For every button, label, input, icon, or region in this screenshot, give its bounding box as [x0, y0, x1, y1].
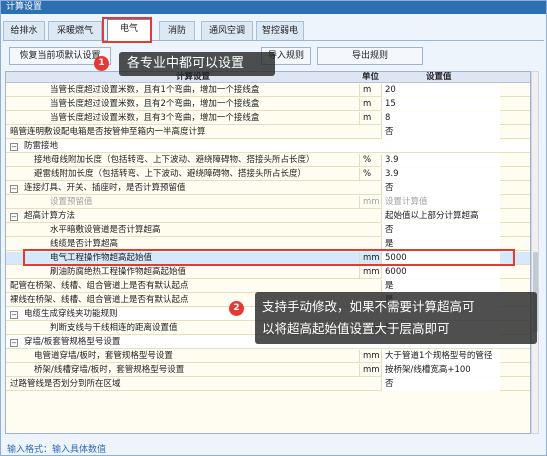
row-value[interactable]: 否	[381, 126, 500, 139]
tab-heating-gas[interactable]: 采暖燃气	[48, 21, 102, 40]
settings-window: 计算设置 给排水 采暖燃气 电气 消防 通风空调 智控弱电 恢复当前项默认设置 …	[0, 0, 547, 456]
tab-electrical[interactable]: 电气	[107, 19, 151, 41]
row-name: 电管道穿墙/板时，套管规格型号设置	[34, 351, 173, 361]
row-name: 防雷接地	[24, 141, 59, 151]
input-format-hint: 输入格式：输入具体数值	[7, 445, 107, 455]
table-row[interactable]: 当管长度超过设置米数，且有3个弯曲，增加一个接线盒 m 8	[6, 112, 530, 125]
row-value[interactable]: 起始值以上部分计算超高	[381, 210, 500, 223]
row-name: 接地母线附加长度（包括转弯、上下波动、避绕障碍物、搭接头所占长度）	[34, 155, 315, 165]
window-title: 计算设置	[1, 1, 546, 14]
row-name: 过路管线是否划分到所在区域	[10, 379, 121, 389]
row-value[interactable]: 15	[381, 98, 500, 111]
row-unit: mm	[359, 266, 381, 279]
row-value[interactable]: 按桥架/线槽宽高+100	[381, 364, 500, 377]
table-row-disabled: 设置预留值 mm 设置计算值	[6, 196, 530, 209]
table-row[interactable]: 电管道穿墙/板时，套管规格型号设置 mm 大于管道1个规格型号的管径	[6, 350, 530, 363]
callout-2-badge: 2	[229, 301, 244, 316]
tab-hvac[interactable]: 通风空调	[201, 21, 253, 40]
row-name: 线缆是否计算超高	[50, 239, 119, 249]
table-row[interactable]: 暗管连明敷设配电箱是否按管伸至箱内一半高度计算 否	[6, 126, 530, 139]
row-value[interactable]: 6000	[381, 266, 500, 279]
row-value-input[interactable]: 5000	[381, 252, 500, 265]
callout-1-text: 各专业中都可以设置	[127, 56, 245, 71]
row-value[interactable]: 是	[381, 238, 500, 251]
row-value[interactable]: 3.9	[381, 168, 500, 181]
collapse-icon[interactable]: −	[10, 143, 18, 151]
callout-2: 支持手动修改，如果不需要计算超高可 以将超高起始值设置大于层高即可	[255, 292, 537, 344]
row-unit: m	[359, 98, 381, 111]
callout-2-line2: 以将超高起始值设置大于层高即可	[262, 321, 450, 336]
row-name: 水平暗敷设管道是否计算超高	[50, 225, 161, 235]
row-name: 电气工程操作物超高起始值	[50, 253, 153, 263]
table-row[interactable]: 水平暗敷设管道是否计算超高 否	[6, 224, 530, 237]
row-name: 刷油防腐绝热工程操作物超高起始值	[50, 267, 187, 277]
row-name: 当管长度超过设置米数，且有2个弯曲，增加一个接线盒	[50, 99, 260, 109]
row-value[interactable]: 8	[381, 112, 500, 125]
table-row[interactable]: 当管长度超过设置米数，且有2个弯曲，增加一个接线盒 m 15	[6, 98, 530, 111]
table-row-category[interactable]: − 防雷接地	[6, 140, 530, 153]
table-row[interactable]: − 超高计算方法 起始值以上部分计算超高	[6, 210, 530, 223]
row-unit: mm	[359, 350, 381, 363]
row-unit: m	[359, 112, 381, 125]
collapse-icon[interactable]: −	[10, 339, 18, 347]
row-name: 连接灯具、开关、插座时，是否计算预留值	[24, 183, 186, 193]
row-name: 穿墙/板套管规格型号设置	[24, 337, 121, 347]
row-value[interactable]: 20	[381, 84, 500, 97]
row-unit: %	[359, 168, 381, 181]
collapse-icon[interactable]: −	[10, 213, 18, 221]
row-value[interactable]: 3.9	[381, 154, 500, 167]
row-value[interactable]: 否	[381, 182, 500, 195]
table-row[interactable]: − 连接灯具、开关、插座时，是否计算预留值 否	[6, 182, 530, 195]
table-row-selected[interactable]: 电气工程操作物超高起始值 mm 5000	[6, 252, 530, 265]
specialty-tabs: 给排水 采暖燃气 电气 消防 通风空调 智控弱电	[3, 19, 544, 41]
vertical-scrollbar[interactable]	[531, 71, 539, 434]
collapse-icon[interactable]: −	[10, 185, 18, 193]
table-row[interactable]: 桥架/线槽穿墙/板时，套管规格型号设置 mm 按桥架/线槽宽高+100	[6, 364, 530, 377]
row-name: 当管长度超过设置米数，且有3个弯曲，增加一个接线盒	[50, 113, 260, 123]
row-value: 设置计算值	[381, 196, 500, 209]
row-value[interactable]: 否	[381, 378, 500, 391]
row-name: 判断支线与干线相连的距离设置值	[50, 323, 178, 333]
header-unit: 单位	[362, 72, 380, 82]
row-name: 当管长度超过设置米数，且有1个弯曲，增加一个接线盒	[50, 85, 260, 95]
callout-2-line1: 支持手动修改，如果不需要计算超高可	[262, 299, 475, 314]
table-row[interactable]: 刷油防腐绝热工程操作物超高起始值 mm 6000	[6, 266, 530, 279]
row-name: 电缆生成穿线夹功能规则	[24, 309, 118, 319]
row-unit: m	[359, 84, 381, 97]
table-row[interactable]: 线缆是否计算超高 是	[6, 238, 530, 251]
row-name: 配管在桥架、线槽、组合管道上是否有默认起点	[10, 281, 189, 291]
row-name: 设置预留值	[50, 197, 93, 207]
tab-plumbing[interactable]: 给排水	[3, 21, 45, 40]
row-name: 桥架/线槽穿墙/板时，套管规格型号设置	[34, 365, 185, 375]
row-name: 避雷线附加长度（包括转弯、上下波动、避绕障碍物、搭接头所占长度）	[34, 169, 307, 179]
table-row[interactable]: 避雷线附加长度（包括转弯、上下波动、避绕障碍物、搭接头所占长度） % 3.9	[6, 168, 530, 181]
row-unit: %	[359, 154, 381, 167]
table-row[interactable]: 过路管线是否划分到所在区域 否	[6, 378, 530, 391]
header-value: 设置值	[426, 72, 452, 82]
row-value[interactable]: 大于管道1个规格型号的管径	[381, 350, 500, 363]
row-name: 裸线在桥架、线槽、组合管道上是否有默认起点	[10, 295, 189, 305]
tab-fire[interactable]: 消防	[159, 21, 195, 40]
export-rules-button[interactable]: 导出规则	[317, 47, 423, 65]
row-unit: mm	[359, 252, 381, 265]
callout-1-badge: 1	[94, 56, 109, 71]
row-value[interactable]: 否	[381, 224, 500, 237]
tab-intelligent-weak[interactable]: 智控弱电	[256, 21, 304, 40]
table-row[interactable]: 接地母线附加长度（包括转弯、上下波动、避绕障碍物、搭接头所占长度） % 3.9	[6, 154, 530, 167]
collapse-icon[interactable]: −	[10, 311, 18, 319]
callout-1: 各专业中都可以设置	[119, 52, 275, 76]
row-unit: mm	[359, 364, 381, 377]
row-name: 暗管连明敷设配电箱是否按管伸至箱内一半高度计算	[10, 127, 206, 137]
settings-grid: 计算设置 单位 设置值 当管长度超过设置米数，且有1个弯曲，增加一个接线盒 m …	[5, 71, 531, 434]
row-name: 超高计算方法	[24, 211, 76, 221]
row-unit: mm	[359, 196, 381, 209]
table-row[interactable]: 当管长度超过设置米数，且有1个弯曲，增加一个接线盒 m 20	[6, 84, 530, 97]
